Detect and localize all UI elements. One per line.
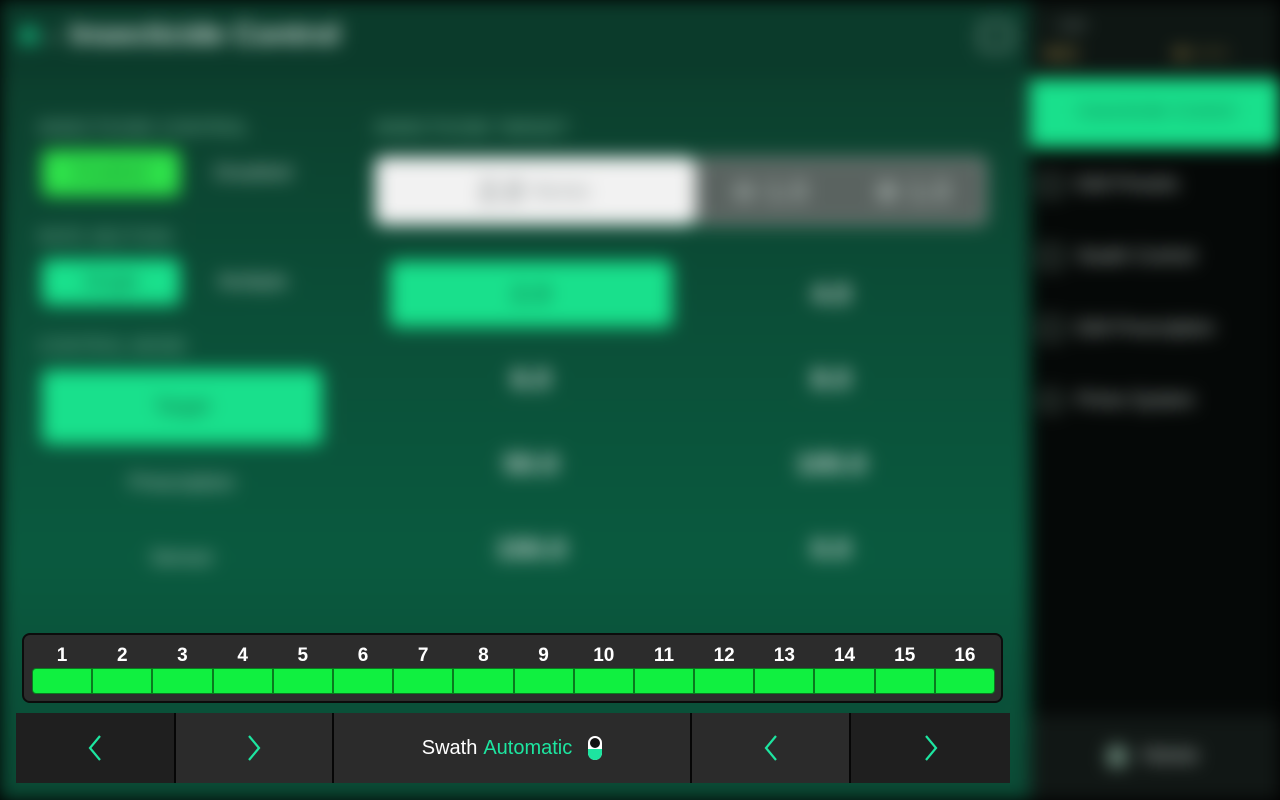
- section-number: 14: [833, 645, 856, 666]
- home-icon[interactable]: [16, 22, 42, 48]
- warning-icon: ◆ ▭ ⟷: [1175, 44, 1227, 60]
- section-number: 2: [116, 645, 128, 666]
- rate-section-label: RATE SECTION: [38, 227, 173, 247]
- target-mode-option[interactable]: Target: [42, 370, 322, 444]
- control-mode-label: CONTROL MODE: [38, 336, 187, 356]
- preset-button[interactable]: 4.0: [690, 261, 972, 327]
- menu-item-prime-system[interactable]: Prime System: [1040, 390, 1194, 412]
- menu-item-edit-presets[interactable]: Edit Presets: [1040, 174, 1178, 196]
- section-indicator[interactable]: [332, 668, 394, 694]
- chevron-right-icon: [248, 735, 261, 761]
- chevron-right-icon: [924, 735, 937, 761]
- right-next-button[interactable]: [851, 713, 1010, 783]
- swath-control-bar: Swath Automatic: [16, 713, 1010, 783]
- menu-label: Prime System: [1076, 390, 1195, 411]
- section-indicator[interactable]: [814, 668, 875, 694]
- presets-icon: [1040, 174, 1062, 196]
- preset-button[interactable]: 6.0: [390, 346, 672, 412]
- section-indicator[interactable]: [573, 668, 634, 694]
- swath-icon: [1040, 246, 1062, 268]
- menu-item-edit-prescription[interactable]: Edit Prescription: [1040, 318, 1214, 340]
- disabled-option[interactable]: Disabled: [192, 150, 314, 196]
- section-indicator[interactable]: [393, 668, 454, 694]
- decrement-button[interactable]: ⊖ 1.0: [698, 174, 841, 209]
- gps-icon: ◉ ||||: [1046, 44, 1077, 60]
- decrement-amount: 1.0: [765, 174, 808, 208]
- section-number: 1: [56, 645, 68, 666]
- target-value-field[interactable]: 2.0 lbs/ac: [375, 157, 695, 225]
- section-number: 11: [653, 645, 675, 666]
- section-indicator[interactable]: [152, 668, 213, 694]
- step-controls: ⊖ 1.0 ⊕ 1.0: [695, 157, 987, 225]
- single-option[interactable]: Single: [42, 259, 180, 305]
- section-number: 6: [357, 645, 369, 666]
- section-number: 8: [478, 645, 489, 666]
- sensor-mode-option[interactable]: Sensor: [42, 525, 322, 591]
- increment-amount: 1.0: [908, 174, 951, 208]
- control-section-label: INSECTICIDE CONTROL: [38, 118, 249, 138]
- section-indicator[interactable]: [212, 668, 273, 694]
- right-prev-button[interactable]: [692, 713, 851, 783]
- section-number: 4: [237, 645, 248, 666]
- left-next-button[interactable]: [176, 713, 334, 783]
- section-number: 13: [773, 645, 795, 666]
- status-bar: [1030, 0, 1280, 75]
- menu-label: Edit Presets: [1076, 174, 1179, 195]
- breadcrumb-chevron-icon: ▸: [50, 29, 59, 46]
- target-section-label: INSECTICIDE TARGET: [375, 118, 569, 138]
- prime-icon: [1040, 390, 1062, 412]
- home-button-label: Home: [1142, 744, 1199, 767]
- section-number: 7: [417, 645, 429, 666]
- chevron-left-icon: [88, 735, 101, 761]
- section-indicator[interactable]: [32, 668, 93, 694]
- section-number: 10: [593, 645, 615, 666]
- section-indicator[interactable]: [453, 668, 514, 694]
- preset-button[interactable]: 2.0: [390, 261, 672, 327]
- menu-item-insecticide-control[interactable]: Insecticide Control: [1078, 101, 1234, 123]
- multiple-option[interactable]: Multiple: [192, 259, 314, 305]
- section-indicator[interactable]: [694, 668, 755, 694]
- speed-readout: -- mph: [1046, 16, 1087, 32]
- swath-label: Swath: [421, 736, 478, 759]
- preset-button[interactable]: 8.0: [690, 346, 972, 412]
- enabled-option[interactable]: Enabled: [42, 150, 180, 196]
- prescription-icon: [1040, 318, 1062, 340]
- menu-label: Swath Control: [1076, 246, 1196, 267]
- target-unit: lbs/ac: [533, 178, 591, 203]
- increment-button[interactable]: ⊕ 1.0: [841, 174, 984, 209]
- swath-mode: Automatic: [483, 736, 573, 759]
- section-indicator[interactable]: [92, 668, 153, 694]
- prescription-mode-option[interactable]: Prescription: [42, 450, 322, 516]
- section-indicator[interactable]: [633, 668, 695, 694]
- preset-button[interactable]: 100.0: [690, 431, 972, 497]
- section-indicator[interactable]: [754, 668, 815, 694]
- panel-toggle-icon[interactable]: [980, 22, 1012, 50]
- toggle-switch-icon: [588, 736, 603, 760]
- page-title: Insecticide Control: [70, 18, 341, 51]
- section-number: 12: [713, 645, 735, 666]
- menu-label: Edit Prescription: [1076, 318, 1215, 339]
- chevron-left-icon: [764, 735, 777, 761]
- swath-mode-toggle[interactable]: Swath Automatic: [334, 713, 692, 783]
- section-indicator[interactable]: [513, 668, 574, 694]
- section-indicator[interactable]: [272, 668, 333, 694]
- section-number: 9: [538, 645, 549, 666]
- section-indicator[interactable]: [934, 668, 995, 694]
- preset-button[interactable]: 50.0: [390, 431, 672, 497]
- section-number: 15: [894, 645, 916, 666]
- menu-item-swath-control[interactable]: Swath Control: [1040, 246, 1195, 268]
- preset-button[interactable]: 150.0: [390, 516, 672, 582]
- section-number: 3: [177, 645, 188, 666]
- section-number: 16: [954, 645, 976, 666]
- section-number: 5: [297, 645, 309, 666]
- left-prev-button[interactable]: [16, 713, 176, 783]
- preset-button[interactable]: 0.0: [690, 516, 972, 582]
- swath-section-strip: 1 2 3 4 5 6 7 8 9 10 11 12 13 14 15 16: [22, 633, 1003, 703]
- target-value: 2.0: [479, 172, 524, 209]
- section-indicator[interactable]: [874, 668, 935, 694]
